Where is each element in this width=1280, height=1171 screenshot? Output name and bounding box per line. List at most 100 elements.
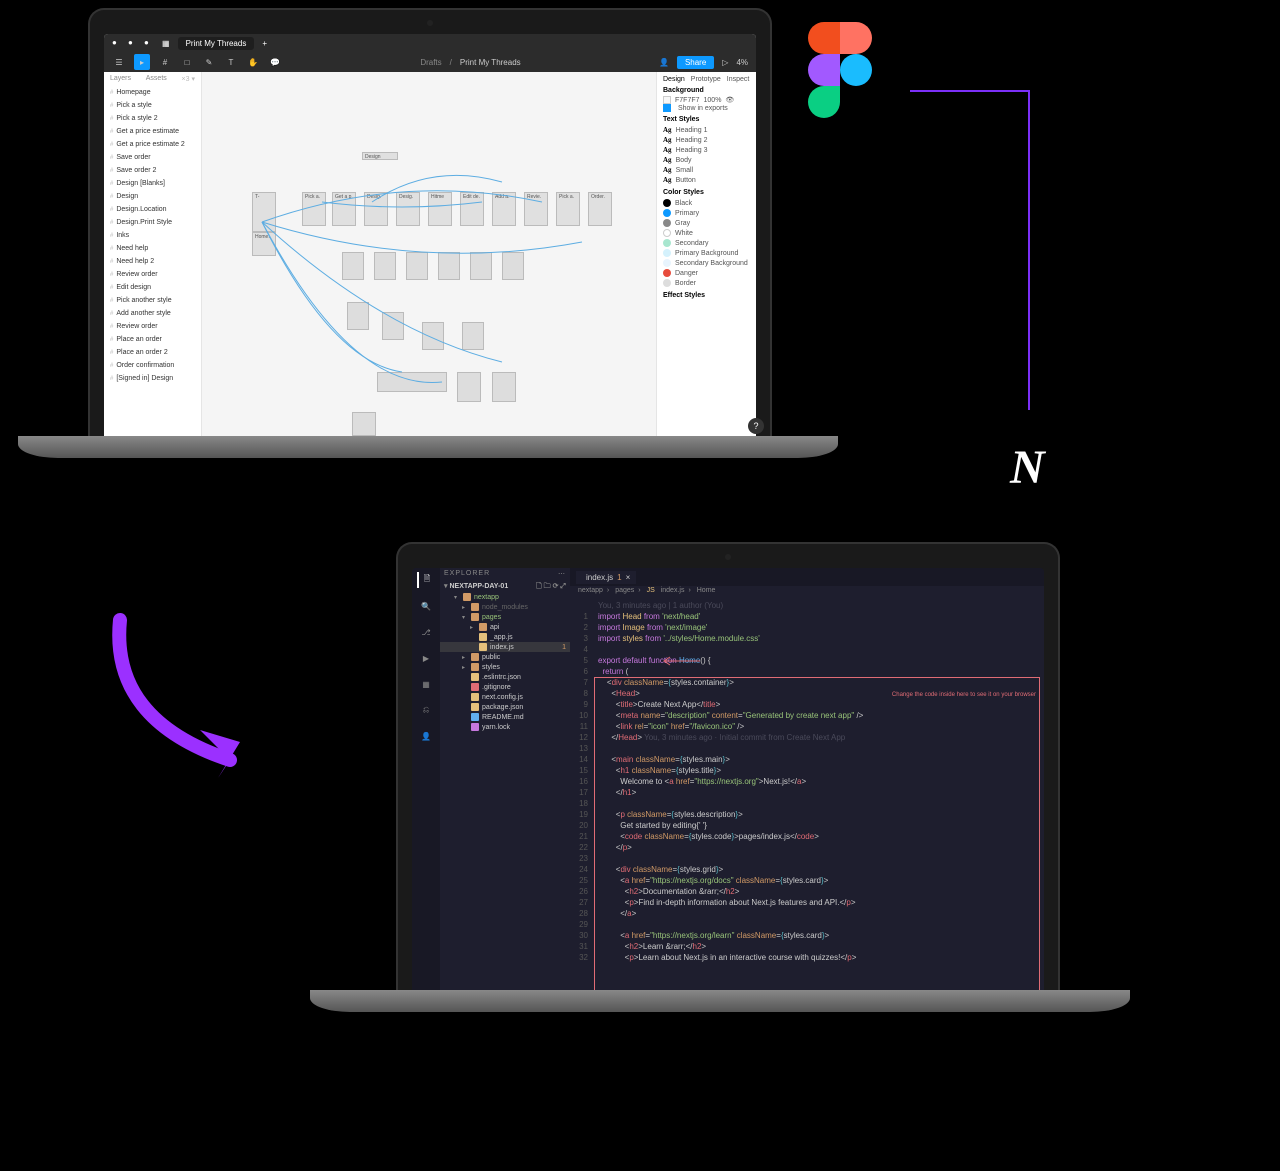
canvas-frame[interactable]: Desig. — [364, 192, 388, 226]
canvas-frame[interactable]: Revie. — [524, 192, 548, 226]
code-line[interactable]: import styles from '../styles/Home.modul… — [598, 633, 1044, 644]
file-node[interactable]: .eslintrc.json — [440, 672, 570, 682]
file-node[interactable]: ▾nextapp — [440, 592, 536, 602]
file-node[interactable]: ▸styles — [440, 662, 570, 672]
layer-item[interactable]: # Order confirmation — [104, 359, 201, 372]
layer-item[interactable]: # Place an order 2 — [104, 346, 201, 359]
layer-item[interactable]: # Need help — [104, 242, 201, 255]
canvas-frame[interactable] — [377, 372, 447, 392]
text-tool-icon[interactable]: T — [224, 55, 238, 69]
layer-item[interactable]: # Design.Location — [104, 203, 201, 216]
bg-row[interactable]: F7F7F7 100% 👁 — [663, 96, 750, 104]
layer-item[interactable]: # Get a price estimate 2 — [104, 138, 201, 151]
file-node[interactable]: ▸api — [440, 622, 570, 632]
more-icon[interactable]: ⋯ — [558, 570, 566, 578]
canvas-frame[interactable]: Get a p. — [332, 192, 356, 226]
inspect-tab[interactable]: Inspect — [727, 76, 750, 83]
canvas-frame[interactable]: Add a. — [492, 192, 516, 226]
canvas-frame[interactable]: Desig. — [396, 192, 420, 226]
file-node[interactable]: package.json — [440, 702, 570, 712]
assets-tab[interactable]: Assets — [146, 75, 167, 83]
prototype-tab[interactable]: Prototype — [691, 76, 721, 83]
text-style-item[interactable]: Ag Heading 2 — [663, 135, 750, 145]
canvas-frame[interactable] — [457, 372, 481, 402]
pen-tool-icon[interactable]: ✎ — [202, 55, 216, 69]
color-style-item[interactable]: White — [663, 228, 750, 238]
color-style-item[interactable]: Secondary Background — [663, 258, 750, 268]
debug-icon[interactable]: ▶ — [418, 650, 434, 666]
canvas-frame[interactable]: Edit de. — [460, 192, 484, 226]
layer-item[interactable]: # Homepage — [104, 86, 201, 99]
text-style-item[interactable]: Ag Heading 1 — [663, 125, 750, 135]
layer-item[interactable]: # Place an order — [104, 333, 201, 346]
comment-tool-icon[interactable]: 💬 — [268, 55, 282, 69]
menu-icon[interactable]: ☰ — [112, 55, 126, 69]
shape-tool-icon[interactable]: □ — [180, 55, 194, 69]
figma-tab[interactable]: Print My Threads — [178, 37, 255, 50]
file-node[interactable]: index.js1 — [440, 642, 570, 652]
git-icon[interactable]: ⎇ — [418, 624, 434, 640]
color-style-item[interactable]: Danger — [663, 268, 750, 278]
canvas-frame[interactable] — [352, 412, 376, 436]
layer-item[interactable]: # Inks — [104, 229, 201, 242]
figma-canvas[interactable]: DesignT-Home.Pick a.Get a p.Desig.Desig.… — [202, 72, 656, 440]
frame-tool-icon[interactable]: # — [158, 55, 172, 69]
layer-item[interactable]: # Review order — [104, 320, 201, 333]
layer-item[interactable]: # Design — [104, 190, 201, 203]
text-style-item[interactable]: Ag Heading 3 — [663, 145, 750, 155]
canvas-frame[interactable] — [470, 252, 492, 280]
breadcrumb-file[interactable]: Print My Threads — [460, 58, 521, 67]
file-node[interactable]: _app.js — [440, 632, 570, 642]
tab-indexjs[interactable]: index.js 1 × — [576, 571, 636, 584]
color-style-item[interactable]: Secondary — [663, 238, 750, 248]
layer-item[interactable]: # [Signed in] Design — [104, 372, 201, 385]
canvas-frame[interactable]: Pick a. — [556, 192, 580, 226]
layers-tab[interactable]: Layers — [110, 75, 131, 83]
file-node[interactable]: next.config.js — [440, 692, 570, 702]
layer-item[interactable]: # Review order — [104, 268, 201, 281]
canvas-frame[interactable] — [347, 302, 369, 330]
text-style-item[interactable]: Ag Body — [663, 155, 750, 165]
layer-item[interactable]: # Design [Blanks] — [104, 177, 201, 190]
zoom-level[interactable]: 4% — [736, 58, 748, 67]
hand-tool-icon[interactable]: ✋ — [246, 55, 260, 69]
layer-item[interactable]: # Edit design — [104, 281, 201, 294]
layer-item[interactable]: # Get a price estimate — [104, 125, 201, 138]
color-style-item[interactable]: Gray — [663, 218, 750, 228]
file-node[interactable]: ▸public — [440, 652, 570, 662]
traffic-lights[interactable]: ●●● — [112, 38, 154, 48]
layer-item[interactable]: # Pick another style — [104, 294, 201, 307]
eye-icon[interactable]: 👁 — [725, 96, 734, 104]
code-line[interactable]: import Image from 'next/image' — [598, 622, 1044, 633]
file-node[interactable]: .gitignore — [440, 682, 570, 692]
file-node[interactable]: ▸node_modules — [440, 602, 570, 612]
canvas-frame[interactable] — [422, 322, 444, 350]
help-icon[interactable]: ? — [748, 418, 756, 434]
layer-item[interactable]: # Add another style — [104, 307, 201, 320]
avatar-icon[interactable]: 👤 — [659, 58, 669, 67]
canvas-frame[interactable] — [406, 252, 428, 280]
code-line[interactable]: import Head from 'next/head' — [598, 611, 1044, 622]
code-line[interactable] — [598, 644, 1044, 655]
share-button[interactable]: Share — [677, 56, 714, 69]
color-style-item[interactable]: Primary Background — [663, 248, 750, 258]
text-style-item[interactable]: Ag Small — [663, 165, 750, 175]
extensions-icon[interactable]: ▦ — [418, 676, 434, 692]
code-line[interactable]: return ( — [598, 666, 1044, 677]
file-node[interactable]: yarn.lock — [440, 722, 570, 732]
remote-icon[interactable]: ⎌ — [418, 702, 434, 718]
color-style-item[interactable]: Black — [663, 198, 750, 208]
close-icon[interactable]: × — [626, 573, 631, 582]
canvas-frame[interactable]: T- — [252, 192, 276, 232]
canvas-frame[interactable] — [492, 372, 516, 402]
canvas-frame[interactable] — [438, 252, 460, 280]
new-tab-icon[interactable]: + — [262, 39, 267, 48]
canvas-frame[interactable] — [462, 322, 484, 350]
project-name[interactable]: ▾ NEXTAPP-DAY-01 🗋 🗀 ⟳ ⤢ — [440, 580, 570, 592]
layer-item[interactable]: # Need help 2 — [104, 255, 201, 268]
explorer-icon[interactable]: 🗎 — [417, 572, 433, 588]
present-icon[interactable]: ▷ — [722, 58, 728, 67]
canvas-frame[interactable] — [342, 252, 364, 280]
color-style-item[interactable]: Primary — [663, 208, 750, 218]
canvas-frame[interactable] — [502, 252, 524, 280]
